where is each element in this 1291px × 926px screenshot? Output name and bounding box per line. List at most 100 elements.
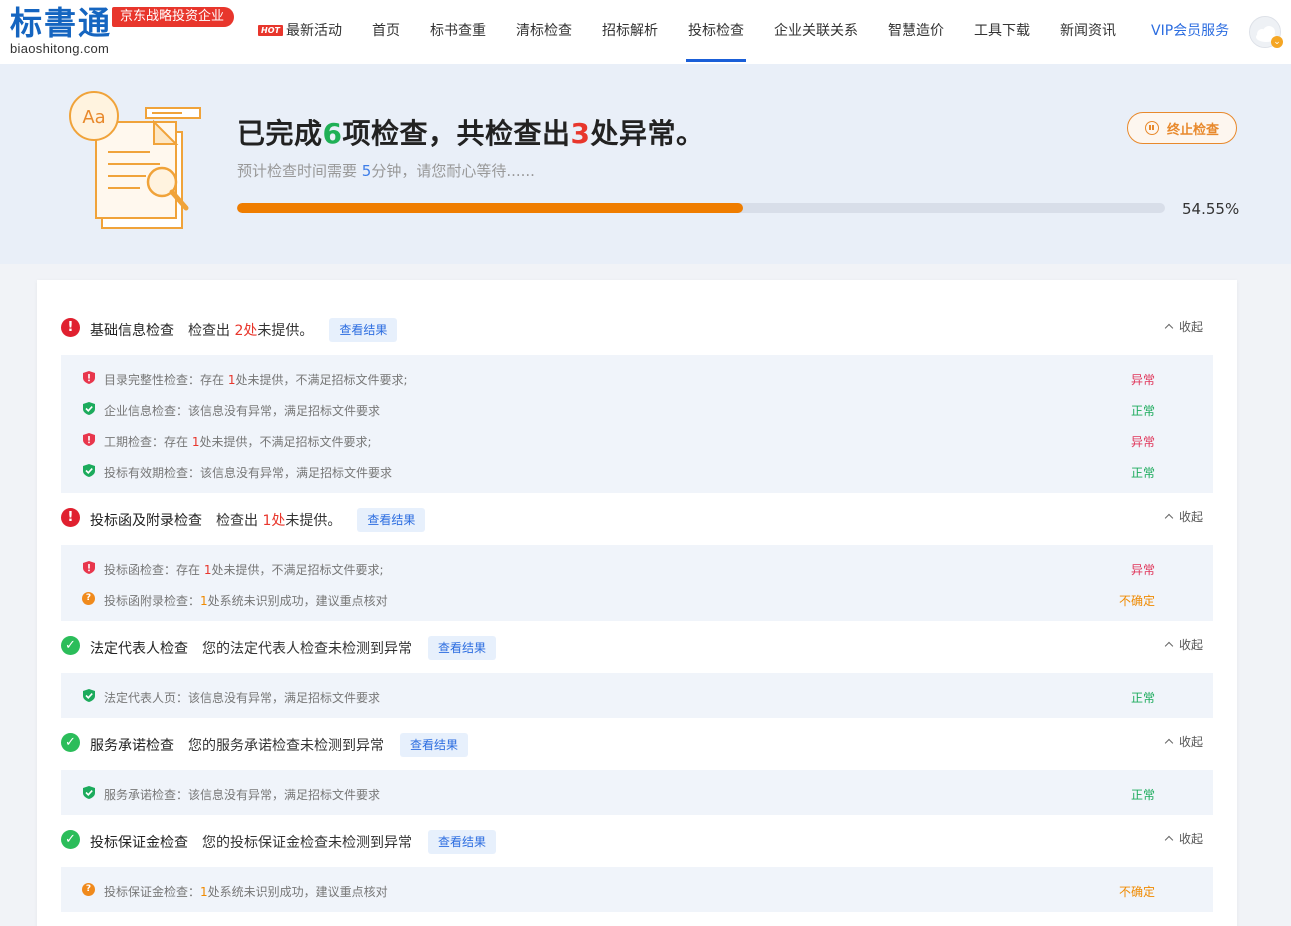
list-item: 投标函检查：存在 1处未提供，不满足招标文件要求; 异常	[61, 553, 1213, 584]
section-title: 投标保证金检查	[90, 835, 188, 851]
item-description: 工期检查：存在 1处未提供，不满足招标文件要求;	[104, 435, 372, 449]
section-basic-info: ! 基础信息检查 检查出 2处未提供。 查看结果 收起 目录完整性检查：存在 1处未…	[37, 304, 1237, 493]
collapse-label: 收起	[1178, 638, 1203, 652]
item-description: 服务承诺检查：该信息没有异常，满足招标文件要求	[104, 788, 381, 802]
issue-count: 3	[570, 117, 591, 150]
section-summary: 检查出 2处未提供。	[188, 323, 314, 339]
stop-check-label: 终止检查	[1166, 122, 1219, 138]
collapse-label: 收起	[1178, 832, 1203, 846]
check-summary-headline: 已完成6项检查，共检查出3处异常。	[237, 117, 705, 150]
shield-warning-icon	[83, 561, 95, 574]
status-badge: 不确定	[1118, 594, 1155, 608]
view-result-button[interactable]: 查看结果	[428, 830, 497, 854]
list-item: 法定代表人页：该信息没有异常，满足招标文件要求 正常	[61, 681, 1213, 712]
status-badge: 正常	[1130, 466, 1155, 480]
section-summary: 检查出 1处未提供。	[216, 513, 342, 529]
section-items: 服务承诺检查：该信息没有异常，满足招标文件要求 正常	[61, 770, 1213, 815]
list-item: 目录完整性检查：存在 1处未提供，不满足招标文件要求; 异常	[61, 363, 1213, 394]
list-item: ? 投标函附录检查：1处系统未识别成功，建议重点核对 不确定	[61, 584, 1213, 615]
menu-item-duplicate-check[interactable]: 标书查重	[430, 0, 486, 64]
question-circle-icon: ?	[82, 883, 95, 896]
error-circle-icon: !	[61, 508, 80, 527]
chevron-up-icon	[1164, 835, 1174, 845]
menu-item-clear-bid-check[interactable]: 清标检查	[516, 0, 572, 64]
section-header: ✓ 服务承诺检查 您的服务承诺检查未检测到异常 查看结果 收起	[37, 719, 1237, 765]
avatar-dropdown-icon[interactable]: ⌄	[1271, 36, 1283, 48]
section-header: ! 投标函及附录检查 检查出 1处未提供。 查看结果 收起	[37, 494, 1237, 540]
section-service-commitment: ✓ 服务承诺检查 您的服务承诺检查未检测到异常 查看结果 收起 服务承诺检查：该信息…	[37, 719, 1237, 815]
chevron-up-icon	[1164, 641, 1174, 651]
view-result-button[interactable]: 查看结果	[357, 508, 426, 532]
menu-item-home[interactable]: 首页	[372, 0, 400, 64]
view-result-button[interactable]: 查看结果	[400, 733, 469, 757]
collapse-label: 收起	[1178, 510, 1203, 524]
logo[interactable]: 标書通 biaoshitong.com	[10, 4, 112, 56]
collapse-toggle[interactable]: 收起	[1164, 636, 1203, 653]
menu-item-smart-pricing[interactable]: 智慧造价	[888, 0, 944, 64]
menu-item-vip[interactable]: VIP会员服务	[1151, 0, 1229, 64]
list-item: ? 投标保证金检查：1处系统未识别成功，建议重点核对 不确定	[61, 875, 1213, 906]
menu-item-bid-check[interactable]: 投标检查	[686, 0, 746, 64]
error-circle-icon: !	[61, 318, 80, 337]
estimated-time-text: 预计检查时间需要 5分钟，请您耐心等待......	[237, 162, 535, 180]
stop-check-button[interactable]: 终止检查	[1127, 112, 1237, 144]
collapse-toggle[interactable]: 收起	[1164, 508, 1203, 525]
question-circle-icon: ?	[82, 592, 95, 605]
completed-count: 6	[322, 117, 343, 150]
chevron-up-icon	[1164, 738, 1174, 748]
section-items: 目录完整性检查：存在 1处未提供，不满足招标文件要求; 异常 企业信息检查：该信…	[61, 355, 1213, 493]
top-nav: 标書通 biaoshitong.com 京东战略投资企业 HOT 最新活动 首页 …	[0, 0, 1291, 64]
item-description: 投标函检查：存在 1处未提供，不满足招标文件要求;	[104, 563, 384, 577]
check-circle-icon: ✓	[61, 636, 80, 655]
section-title-row: 服务承诺检查 您的服务承诺检查未检测到异常 查看结果	[90, 733, 469, 757]
check-circle-icon: ✓	[61, 733, 80, 752]
shield-check-icon	[83, 464, 95, 477]
collapse-label: 收起	[1178, 320, 1203, 334]
shield-check-icon	[83, 786, 95, 799]
item-description: 投标有效期检查：该信息没有异常，满足招标文件要求	[104, 466, 393, 480]
section-summary: 您的服务承诺检查未检测到异常	[188, 738, 384, 754]
svg-text:Aa: Aa	[82, 107, 105, 128]
menu-item-company-relations[interactable]: 企业关联关系	[774, 0, 858, 64]
status-badge: 正常	[1130, 404, 1155, 418]
list-item: 工期检查：存在 1处未提供，不满足招标文件要求; 异常	[61, 425, 1213, 456]
progress-bar-fill	[237, 203, 744, 213]
status-badge: 不确定	[1118, 885, 1155, 899]
section-title: 法定代表人检查	[90, 641, 188, 657]
status-badge: 异常	[1130, 563, 1155, 577]
collapse-toggle[interactable]: 收起	[1164, 318, 1203, 335]
collapse-toggle[interactable]: 收起	[1164, 830, 1203, 847]
shield-check-icon	[83, 402, 95, 415]
status-badge: 正常	[1130, 691, 1155, 705]
investment-badge: 京东战略投资企业	[112, 7, 235, 27]
list-item: 投标有效期检查：该信息没有异常，满足招标文件要求 正常	[61, 456, 1213, 487]
section-bid-bond: ✓ 投标保证金检查 您的投标保证金检查未检测到异常 查看结果 收起 ? 投标保证金检…	[37, 816, 1237, 912]
chevron-up-icon	[1164, 323, 1174, 333]
estimated-minutes: 5	[361, 162, 372, 180]
status-badge: 正常	[1130, 788, 1155, 802]
menu-item-tool-download[interactable]: 工具下载	[974, 0, 1030, 64]
section-title-row: 基础信息检查 检查出 2处未提供。 查看结果	[90, 318, 398, 342]
logo-domain: biaoshitong.com	[10, 41, 110, 56]
section-title: 服务承诺检查	[90, 738, 174, 754]
item-description: 企业信息检查：该信息没有异常，满足招标文件要求	[104, 404, 381, 418]
collapse-toggle[interactable]: 收起	[1164, 733, 1203, 750]
menu-item-latest-activity[interactable]: HOT 最新活动	[258, 0, 342, 64]
list-item: 企业信息检查：该信息没有异常，满足招标文件要求 正常	[61, 394, 1213, 425]
section-title-row: 法定代表人检查 您的法定代表人检查未检测到异常 查看结果	[90, 636, 497, 660]
menu-item-news[interactable]: 新闻资讯	[1060, 0, 1116, 64]
document-search-illustration-icon: Aa	[69, 91, 201, 229]
logo-text: 标書通	[10, 4, 113, 42]
section-items: 法定代表人页：该信息没有异常，满足招标文件要求 正常	[61, 673, 1213, 718]
menu-item-tender-analysis[interactable]: 招标解析	[602, 0, 658, 64]
section-items: 投标函检查：存在 1处未提供，不满足招标文件要求; 异常 ? 投标函附录检查：1…	[61, 545, 1213, 621]
section-header: ✓ 投标保证金检查 您的投标保证金检查未检测到异常 查看结果 收起	[37, 816, 1237, 862]
pause-icon	[1144, 121, 1159, 135]
section-header: ! 基础信息检查 检查出 2处未提供。 查看结果 收起	[37, 304, 1237, 350]
section-header: ✓ 法定代表人检查 您的法定代表人检查未检测到异常 查看结果 收起	[37, 622, 1237, 668]
view-result-button[interactable]: 查看结果	[428, 636, 497, 660]
item-description: 法定代表人页：该信息没有异常，满足招标文件要求	[104, 691, 381, 705]
section-title-row: 投标函及附录检查 检查出 1处未提供。 查看结果	[90, 508, 426, 532]
view-result-button[interactable]: 查看结果	[329, 318, 398, 342]
shield-check-icon	[83, 689, 95, 702]
